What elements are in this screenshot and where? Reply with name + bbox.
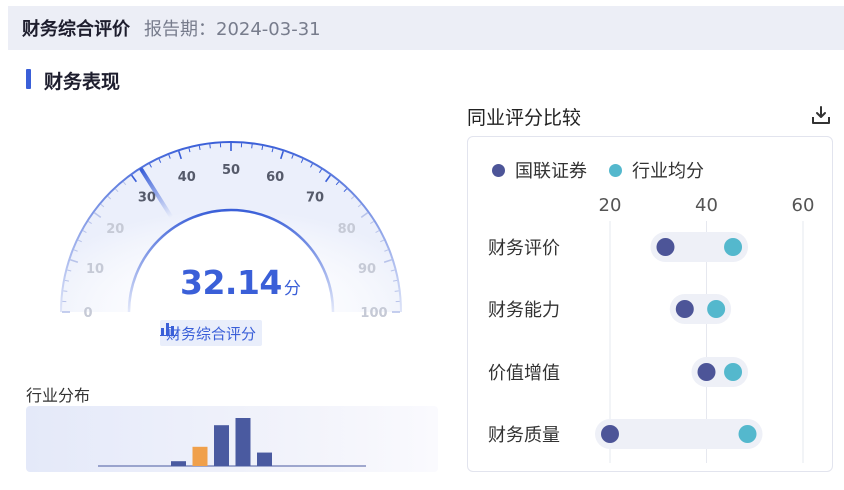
gauge-tick-label: 0 <box>83 306 92 321</box>
gauge-tick-label: 40 <box>178 170 196 185</box>
dumbbell-point-company <box>697 363 716 381</box>
bar-chart-icon <box>160 323 178 336</box>
gauge-tick-label: 30 <box>138 190 156 205</box>
dumbbell-point-industry <box>707 300 726 318</box>
gauge-tick-label: 80 <box>338 222 356 237</box>
report-period: 报告期：2024-03-31 <box>144 19 321 40</box>
dumbbell-point-company <box>675 300 694 318</box>
category-label: 财务质量 <box>488 425 560 446</box>
dumbbell-point-industry <box>724 238 743 256</box>
distribution-bar <box>235 418 251 466</box>
gauge-tick-label: 100 <box>360 306 387 321</box>
score-label-badge[interactable]: 财务综合评分 <box>160 320 263 346</box>
score-label-text: 财务综合评分 <box>166 324 257 343</box>
section-accent-bar <box>26 69 31 89</box>
dumbbell-point-industry <box>738 425 757 443</box>
axis-tick-label: 40 <box>695 195 718 216</box>
gauge-tick-label: 10 <box>86 262 104 277</box>
gauge-tick-label: 20 <box>106 222 124 237</box>
comparison-title: 同业评分比较 <box>467 107 582 129</box>
gauge-tick-label: 70 <box>306 190 324 205</box>
distribution-bar <box>171 461 186 466</box>
score-value: 32.14 <box>180 263 282 302</box>
gauge-minor-tick <box>251 144 253 149</box>
section-title: 财务表现 <box>44 71 121 93</box>
distribution-bar <box>214 425 229 466</box>
report-header: 财务综合评价 报告期：2024-03-31 <box>8 6 844 50</box>
comparison-chart: 20 40 60 财务评价财务能力价值增值财务质量 <box>488 195 815 463</box>
distribution-bar <box>192 446 208 466</box>
dumbbell-point-industry <box>724 363 743 381</box>
category-label: 财务能力 <box>488 300 560 321</box>
gauge-tick-label: 90 <box>358 262 376 277</box>
score-gauge: 0 10 20 30 40 50 60 70 80 90 100 32.14 分 财务综合评分 <box>20 120 440 360</box>
distribution-chart <box>26 406 438 472</box>
download-icon[interactable] <box>810 104 832 126</box>
header-title: 财务综合评价 <box>22 19 130 40</box>
axis-tick-label: 20 <box>599 195 622 216</box>
score-unit: 分 <box>283 279 301 299</box>
category-label: 价值增值 <box>488 363 560 384</box>
gauge-minor-tick <box>63 290 68 292</box>
distribution-graphic <box>98 418 366 467</box>
gauge-score: 32.14 分 <box>180 263 301 302</box>
dumbbell-point-company <box>601 425 619 443</box>
gauge-tick-label: 60 <box>266 170 284 185</box>
gauge-tick-label: 50 <box>222 163 240 178</box>
comparison-card: 国联证券 行业均分 20 40 60 财务评价 财务能力 价值增值 财务质量 <box>467 136 833 472</box>
axis-tick-label: 60 <box>792 195 815 216</box>
dumbbell-point-company <box>656 238 675 256</box>
distribution-bar <box>257 452 272 466</box>
gauge-minor-tick <box>394 290 399 292</box>
gauge-minor-tick <box>209 144 211 149</box>
distribution-title: 行业分布 <box>26 386 91 405</box>
category-label: 财务评价 <box>488 238 560 259</box>
